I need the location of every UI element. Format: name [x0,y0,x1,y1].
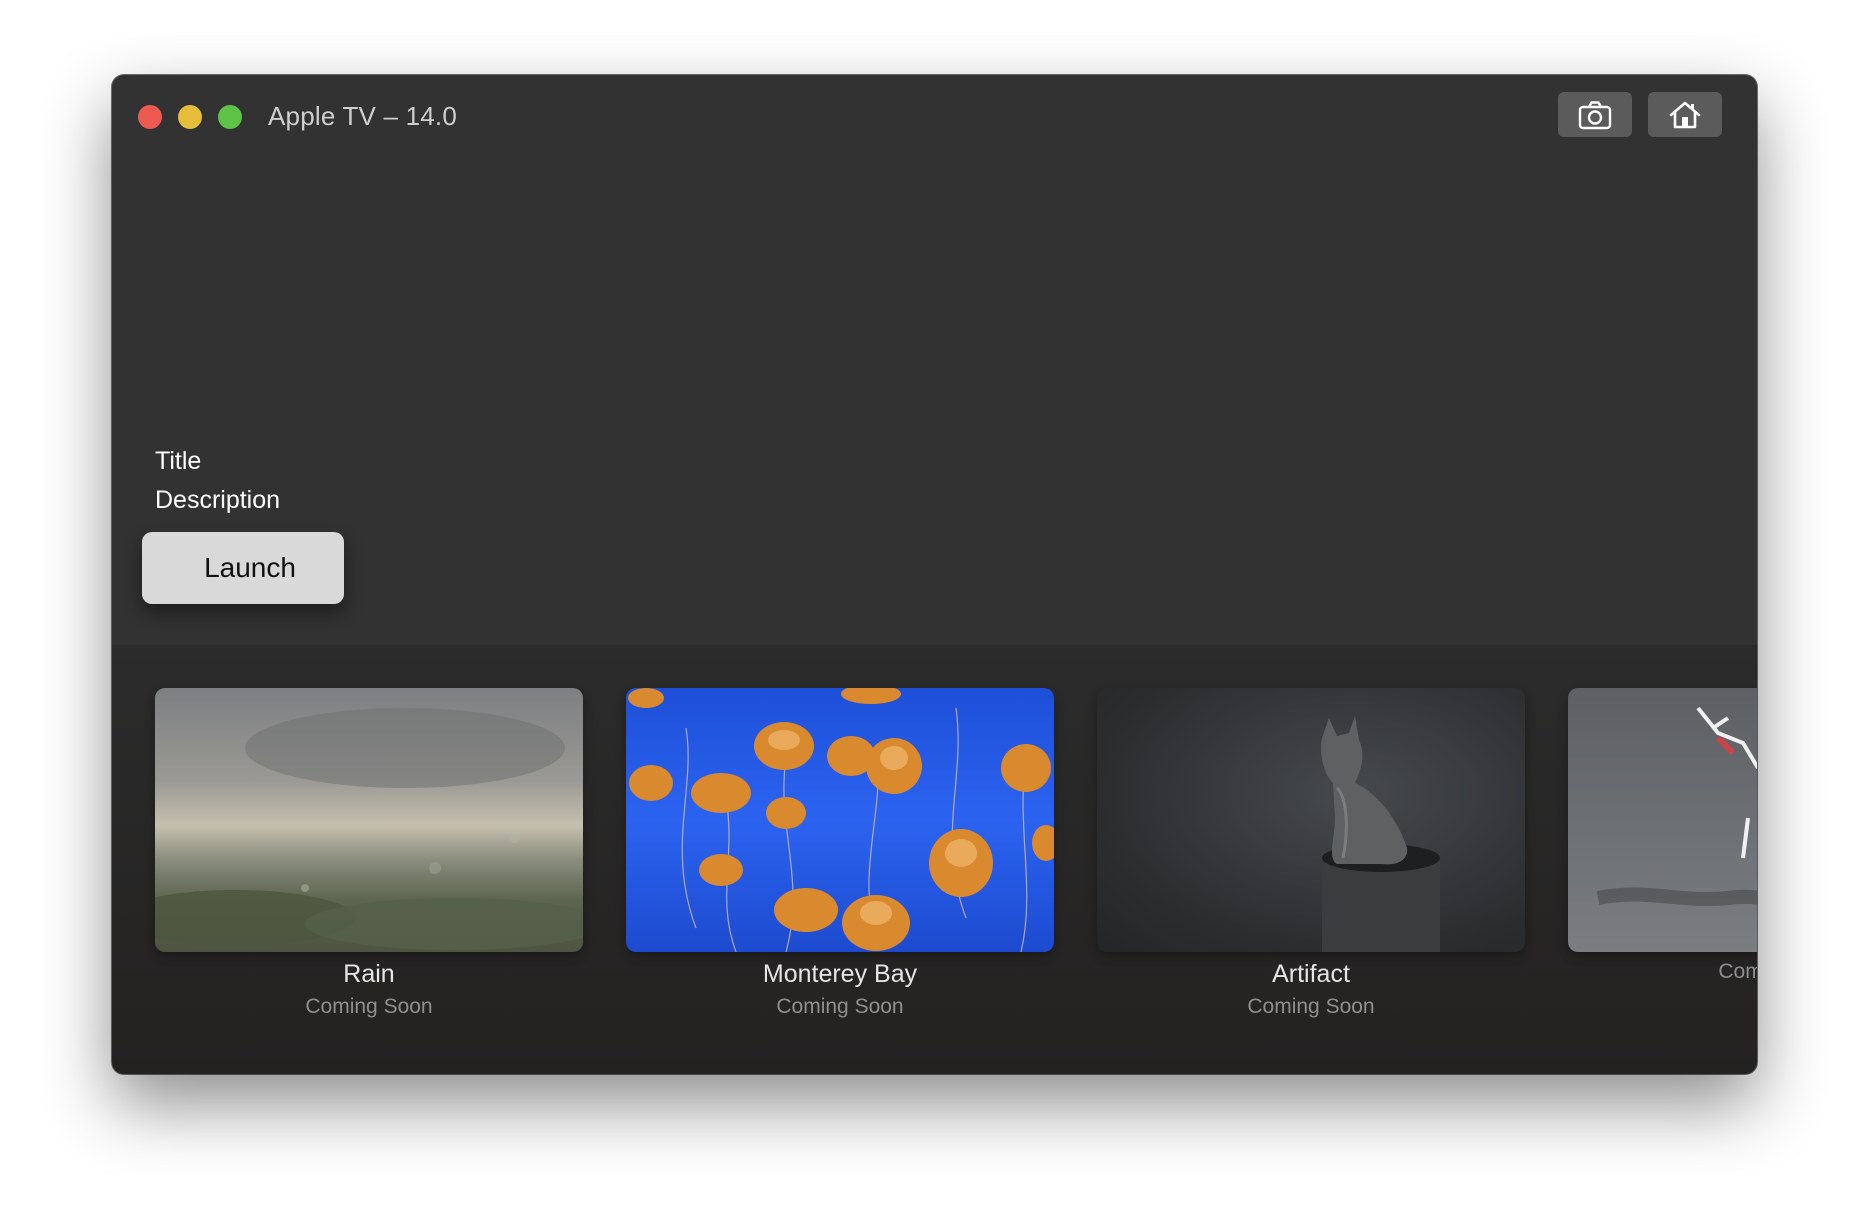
shelf-item-subtitle: Coming Soon [776,995,904,1018]
home-icon [1669,101,1701,128]
launch-button[interactable]: Launch [142,532,344,604]
shelf-item-rain[interactable]: Rain Coming Soon [155,688,583,1019]
rain-thumbnail [155,688,583,952]
item-description: Description [155,486,281,514]
camera-icon [1578,100,1612,129]
shelf-item-partial[interactable]: Coming Soon [1568,688,1757,984]
home-button[interactable] [1648,92,1722,137]
close-window-button[interactable] [138,105,162,129]
shelf-item-monterey-bay[interactable]: Monterey Bay Coming Soon [626,688,1054,1019]
title-bar[interactable]: Apple TV – 14.0 [112,75,1757,153]
shelf-item-subtitle: Coming Soon [305,995,433,1018]
shelf-item-artifact[interactable]: Artifact Coming Soon [1097,688,1525,1019]
shelf-item-subtitle: Coming Soon [1247,995,1375,1018]
window-title: Apple TV – 14.0 [268,101,457,131]
shelf-item-subtitle: Coming Soon [1718,960,1757,983]
artifact-thumbnail [1097,688,1525,952]
item-title: Title [155,447,202,475]
shelf-item-title: Artifact [1272,960,1350,988]
content-shelf: Rain Coming Soon Monterey Bay Coming Soo… [112,645,1757,1074]
zoom-window-button[interactable] [218,105,242,129]
monterey-bay-thumbnail [626,688,1054,952]
shelf-item-title: Monterey Bay [762,960,918,988]
minimize-window-button[interactable] [178,105,202,129]
partial-thumbnail [1568,688,1757,952]
screenshot-button[interactable] [1558,92,1632,137]
shelf-item-title: Rain [343,960,395,988]
simulator-window: Apple TV – 14.0 Title Description Launch [112,75,1757,1074]
